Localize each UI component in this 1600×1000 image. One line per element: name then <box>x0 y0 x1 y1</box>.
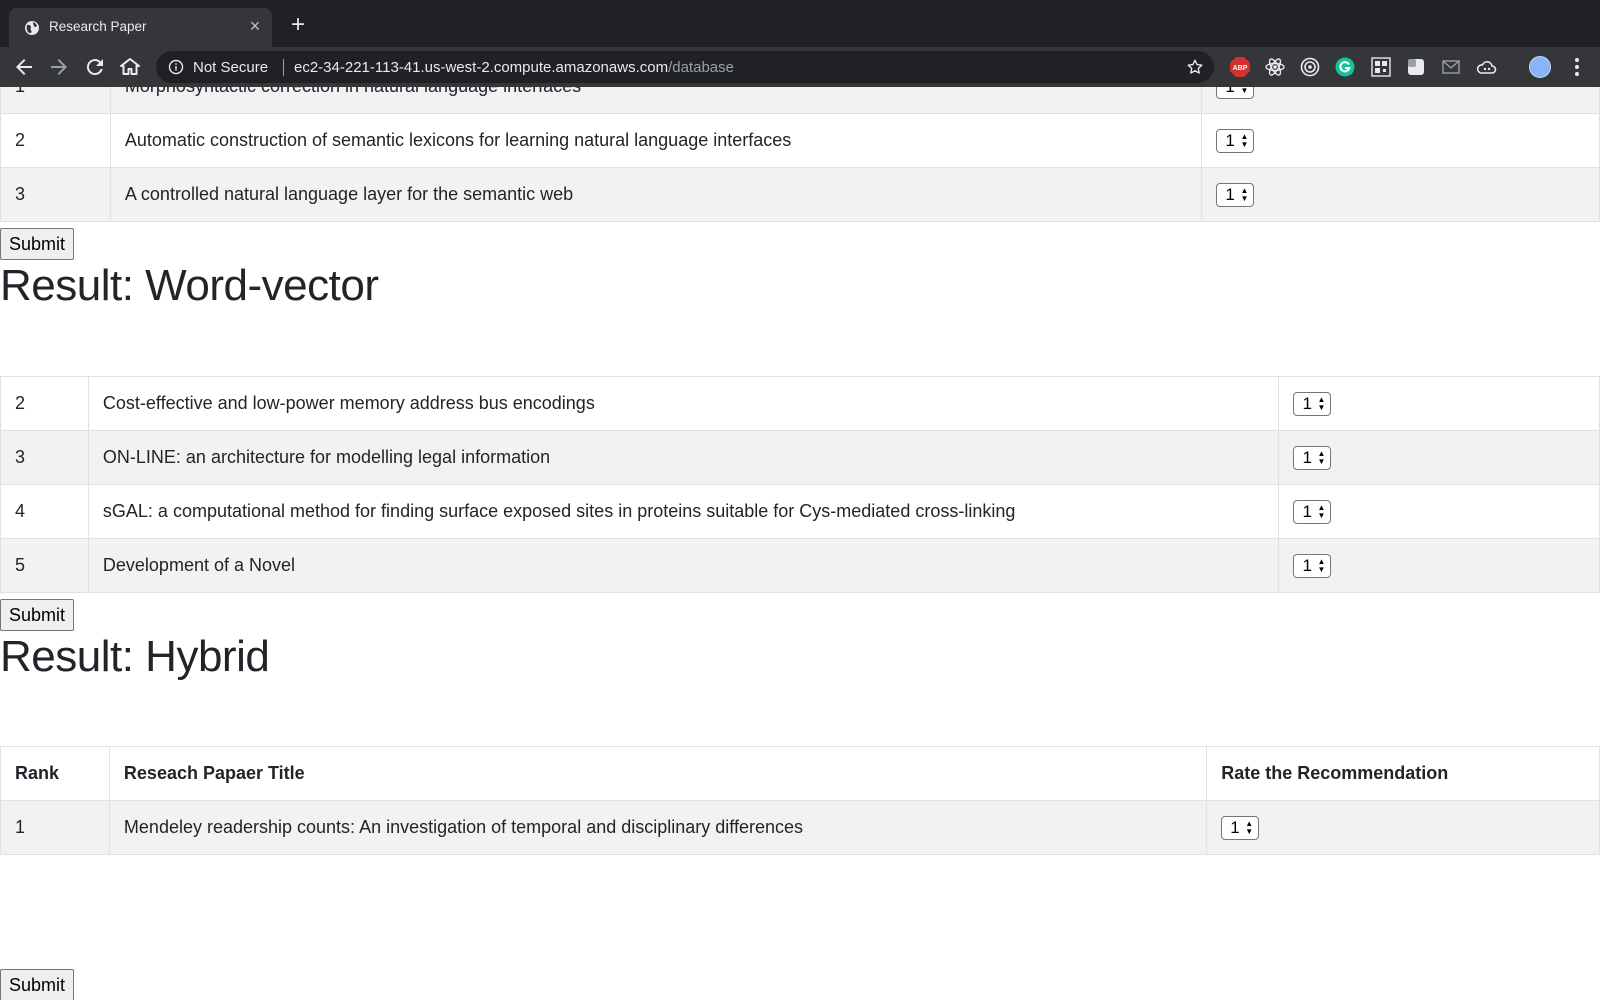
rating-value: 1 <box>1230 817 1240 837</box>
heading-hybrid: Result: Hybrid <box>0 632 270 681</box>
tab-close-icon[interactable]: × <box>244 15 266 37</box>
url-path: /database <box>668 59 734 76</box>
column-header-title: Reseach Papaer Title <box>108 746 1208 801</box>
home-icon[interactable] <box>118 55 142 79</box>
title-cell: A controlled natural language layer for … <box>109 167 1203 222</box>
omnibox-divider <box>283 59 284 76</box>
table-row: 5 Development of a Novel 1 ▲ ▼ <box>0 538 1600 593</box>
rating-cell: 1 ▲▼ <box>1201 167 1600 222</box>
rating-cell: 1 ▲▼ <box>1201 87 1600 114</box>
results-table-word-vector: 2 Cost-effective and low-power memory ad… <box>0 376 1600 593</box>
rank-cell: 3 <box>0 167 111 222</box>
title-cell: Mendeley readership counts: An investiga… <box>108 800 1208 855</box>
browser-tab-strip: Research Paper × + <box>0 0 1600 47</box>
rank-cell: 4 <box>0 484 89 539</box>
rating-cell: 1 ▲▼ <box>1206 800 1600 855</box>
rating-value: 1 <box>1225 130 1235 150</box>
tab-title: Research Paper <box>49 19 147 34</box>
forward-arrow-icon[interactable] <box>47 55 71 79</box>
more-menu-icon[interactable] <box>1568 56 1586 78</box>
select-arrows-icon: ▲▼ <box>1245 818 1254 836</box>
rating-cell: 1 ▲▼ <box>1278 538 1600 593</box>
select-arrows-icon: ▲▼ <box>1240 131 1249 149</box>
select-arrows-icon: ▲▼ <box>1240 185 1249 203</box>
title-cell: ON-LINE: an architecture for modelling l… <box>87 430 1280 485</box>
table-row: 1 Morphosyntactic correction in natural … <box>0 87 1600 114</box>
table-row: 3 ON-LINE: an architecture for modelling… <box>0 430 1600 485</box>
rating-select[interactable]: 1 ▲▼ <box>1221 815 1260 840</box>
rating-value: 1 <box>1225 87 1234 96</box>
rating-cell: 1 ▲▼ <box>1278 430 1600 485</box>
react-devtools-icon[interactable] <box>1264 56 1286 78</box>
rank-cell: 3 <box>0 430 89 485</box>
grammarly-icon[interactable] <box>1334 56 1356 78</box>
info-icon[interactable] <box>168 59 184 75</box>
security-label: Not Secure <box>193 59 269 76</box>
bookmark-star-icon[interactable] <box>1186 58 1204 76</box>
rating-cell: 1 ▲▼ <box>1278 484 1600 539</box>
abp-icon[interactable]: ABP <box>1229 56 1251 78</box>
rating-cell: 1 ▲▼ <box>1201 113 1600 168</box>
rating-select[interactable]: 1 ▲▼ <box>1293 445 1332 470</box>
rank-cell: 1 <box>0 87 111 114</box>
results-table-hybrid: Rank Reseach Papaer Title Rate the Recom… <box>0 746 1600 855</box>
select-arrows-icon: ▲▼ <box>1240 87 1249 95</box>
submit-button-top[interactable]: Submit <box>0 228 75 260</box>
rank-cell: 2 <box>0 113 111 168</box>
target-icon[interactable] <box>1299 56 1321 78</box>
rating-cell: 1 ▲▼ <box>1278 376 1600 431</box>
rating-select[interactable]: 1 ▲▼ <box>1216 128 1255 153</box>
title-cell: Automatic construction of semantic lexic… <box>109 113 1203 168</box>
rating-select[interactable]: 1 ▲▼ <box>1293 499 1332 524</box>
rating-value: 1 <box>1302 447 1312 467</box>
title-cell: Development of a Novel <box>87 538 1280 593</box>
cloud-icon[interactable] <box>1475 56 1497 78</box>
url-text[interactable]: ec2-34-221-113-41.us-west-2.compute.amaz… <box>294 59 734 76</box>
rating-select[interactable]: 1 ▲▼ <box>1216 182 1255 207</box>
column-header-rating: Rate the Recommendation <box>1206 746 1600 801</box>
table-row: 2 Cost-effective and low-power memory ad… <box>0 376 1600 431</box>
reload-icon[interactable] <box>83 55 107 79</box>
new-tab-button[interactable]: + <box>286 13 310 38</box>
table-row: 4 sGAL: a computational method for findi… <box>0 484 1600 539</box>
profile-avatar[interactable] <box>1529 56 1551 78</box>
url-host: ec2-34-221-113-41.us-west-2.compute.amaz… <box>294 59 669 76</box>
globe-icon <box>25 21 39 35</box>
results-table-top: 1 Morphosyntactic correction in natural … <box>0 87 1600 222</box>
select-arrows-icon: ▲▼ <box>1317 448 1326 466</box>
rating-select[interactable]: 1 ▲▼ <box>1216 87 1255 99</box>
notion-icon[interactable] <box>1405 56 1427 78</box>
title-cell: Cost-effective and low-power memory addr… <box>87 376 1280 431</box>
rating-value: 1 <box>1302 501 1312 521</box>
qr-icon[interactable] <box>1370 56 1392 78</box>
mail-icon[interactable] <box>1440 56 1462 78</box>
page-content: 1 Morphosyntactic correction in natural … <box>0 87 1600 1000</box>
table-row: 2 Automatic construction of semantic lex… <box>0 113 1600 168</box>
svg-text:ABP: ABP <box>1233 65 1248 72</box>
select-arrows-icon: ▲▼ <box>1317 502 1326 520</box>
heading-word-vector: Result: Word-vector <box>0 261 379 310</box>
table-header-row: Rank Reseach Papaer Title Rate the Recom… <box>0 746 1600 801</box>
title-cell: sGAL: a computational method for finding… <box>87 484 1280 539</box>
table-row: 3 A controlled natural language layer fo… <box>0 167 1600 222</box>
rank-cell: 5 <box>0 538 89 593</box>
submit-button-word-vector[interactable]: Submit <box>0 599 75 631</box>
rank-cell: 1 <box>0 800 110 855</box>
submit-button-hybrid[interactable]: Submit <box>0 969 75 1000</box>
browser-toolbar: Not Secure ec2-34-221-113-41.us-west-2.c… <box>0 47 1600 87</box>
rating-value: 1 <box>1225 184 1235 204</box>
table-row: 1 Mendeley readership counts: An investi… <box>0 800 1600 855</box>
select-arrows-icon: ▲▼ <box>1317 394 1326 412</box>
rating-value: 1 <box>1302 393 1312 413</box>
rating-select[interactable]: 1 ▲▼ <box>1293 553 1332 578</box>
back-arrow-icon[interactable] <box>12 55 36 79</box>
select-arrows-icon: ▲▼ <box>1317 556 1326 574</box>
rank-cell: 2 <box>0 376 89 431</box>
rating-select[interactable]: 1 ▲▼ <box>1293 391 1332 416</box>
column-header-rank: Rank <box>0 746 110 801</box>
title-cell: Morphosyntactic correction in natural la… <box>109 87 1203 114</box>
address-bar[interactable]: Not Secure ec2-34-221-113-41.us-west-2.c… <box>156 51 1214 83</box>
rating-value: 1 <box>1302 555 1312 575</box>
browser-tab[interactable]: Research Paper × <box>9 8 272 47</box>
